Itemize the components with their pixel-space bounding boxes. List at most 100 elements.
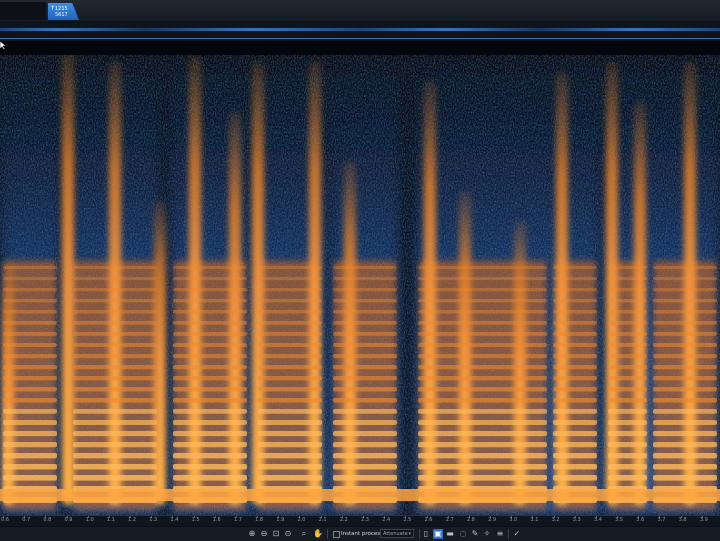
settings-icon[interactable]: ✓ [512,529,522,539]
spectro-harmonic-line [258,332,322,336]
ruler-tick-label: 3.3 [572,517,581,523]
magic-wand-icon[interactable]: ✧ [482,529,492,539]
spectro-harmonic-line [173,431,247,437]
spectro-harmonic-line [418,431,547,437]
spectro-harmonic-line [173,354,247,359]
spectro-harmonic-line [653,464,717,470]
spectro-harmonic-line [333,266,397,269]
spectro-harmonic-line [258,453,322,459]
instant-process-label: Instant process [341,531,384,537]
spectro-harmonic-line [73,398,157,403]
spectro-harmonic-line [333,387,397,392]
rect-select-icon[interactable]: ▣ [433,529,443,539]
waveform-overview[interactable] [0,21,720,41]
spectro-harmonic-line [73,266,157,269]
spectro-harmonic-line [418,310,547,314]
hand-icon[interactable]: ✋ [313,529,323,539]
spectro-formant-column [189,56,201,505]
ruler-tick-label: 3.2 [551,517,560,523]
spectro-harmonic-line [418,321,547,325]
spectro-harmonic-line [3,277,57,281]
spectro-harmonic-line [173,343,247,347]
bottom-toolbar: ⊕ ⊖ ⊡ ⊙ ⌕ ✋ Instant process Attenuate ▾ … [0,526,720,541]
spectro-harmonic-line [553,409,597,414]
spectro-formant-column [424,81,436,505]
spectro-harmonic-line [653,332,717,336]
zoom-selection-icon[interactable]: ⊡ [271,529,281,539]
spectro-harmonic-line [258,420,322,425]
spectro-harmonic-line [653,409,717,414]
spectro-harmonic-line [3,409,57,414]
time-select-icon[interactable]: ▯ [421,529,431,539]
spectro-energy-body [419,261,546,510]
spectro-top-gap [0,41,720,55]
spectro-harmonic-line [653,288,717,292]
spectro-harmonic-line [258,321,322,325]
zoom-in-icon[interactable]: ⊕ [247,529,257,539]
spectro-harmonic-line [73,277,157,281]
spectro-harmonic-line [653,277,717,281]
spectro-harmonic-line [173,277,247,281]
spectro-harmonic-line [608,288,647,292]
zoom-icon[interactable]: ⌕ [299,529,309,539]
spectro-harmonic-line [333,464,397,470]
spectro-harmonic-line [3,332,57,336]
ruler-tick-label: 3.5 [615,517,624,523]
spectro-harmonic-line [553,288,597,292]
instant-process-mode-select[interactable]: Attenuate ▾ [380,529,414,538]
spectro-harmonic-line [73,387,157,392]
spectro-harmonic-line [418,453,547,459]
spectro-harmonic-line [553,376,597,381]
spectro-harmonic-line [608,376,647,381]
spectro-harmonic-line [553,299,597,303]
lasso-icon[interactable]: ◌ [458,529,468,539]
spectro-harmonic-line [608,343,647,347]
spectro-harmonic-line [553,431,597,437]
spectro-harmonic-line [258,365,322,370]
ruler-tick-label: 1.8 [255,517,264,523]
spectro-formant-column [309,61,321,505]
spectro-harmonic-line [653,365,717,370]
spectro-harmonic-line [258,288,322,292]
brush-icon[interactable]: ✎ [470,529,480,539]
file-tab-inactive[interactable] [0,2,46,20]
ruler-tick-label: 3.4 [593,517,602,523]
spectro-harmonic-line [418,442,547,448]
spectro-harmonic-line [3,464,57,470]
spectro-harmonic-line [333,299,397,303]
chevron-down-icon: ▾ [408,531,411,537]
freq-select-icon[interactable]: ▬ [445,529,455,539]
ruler-tick-label: 0.7 [22,517,31,523]
spectro-harmonic-line [3,365,57,370]
ruler-tick-label: 3.9 [699,517,708,523]
spectro-harmonic-line [173,453,247,459]
ruler-tick-label: 3.8 [678,517,687,523]
spectro-harmonic-line [173,398,247,403]
ruler-tick-label: 1.4 [170,517,179,523]
spectro-harmonic-line [653,354,717,359]
harmonic-select-icon[interactable]: ≡ [495,529,505,539]
file-tab-active[interactable]: ↑ 1215 5617 [48,3,79,20]
spectro-harmonic-line [173,321,247,325]
spectro-harmonic-line [333,343,397,347]
spectro-harmonic-line [258,387,322,392]
ruler-tick-label: 1.9 [276,517,285,523]
spectro-harmonic-line [73,409,157,414]
spectro-harmonic-line [73,332,157,336]
spectro-harmonic-line [173,475,247,481]
spectro-formant-column [606,61,618,505]
spectro-harmonic-line [173,310,247,314]
zoom-out-icon[interactable]: ⊖ [259,529,269,539]
spectro-formant-column [62,51,74,505]
spectrogram-view[interactable] [0,41,720,515]
spectro-harmonic-line [553,398,597,403]
toolbar-divider [508,529,509,539]
ruler-tick-label: 0.9 [64,517,73,523]
spectro-harmonic-line [333,453,397,459]
instant-process-checkbox[interactable] [333,531,340,538]
zoom-fit-icon[interactable]: ⊙ [283,529,293,539]
spectro-harmonic-line [173,365,247,370]
spectro-harmonic-line [258,310,322,314]
spectro-harmonic-line [553,266,597,269]
spectro-harmonic-line [608,409,647,414]
